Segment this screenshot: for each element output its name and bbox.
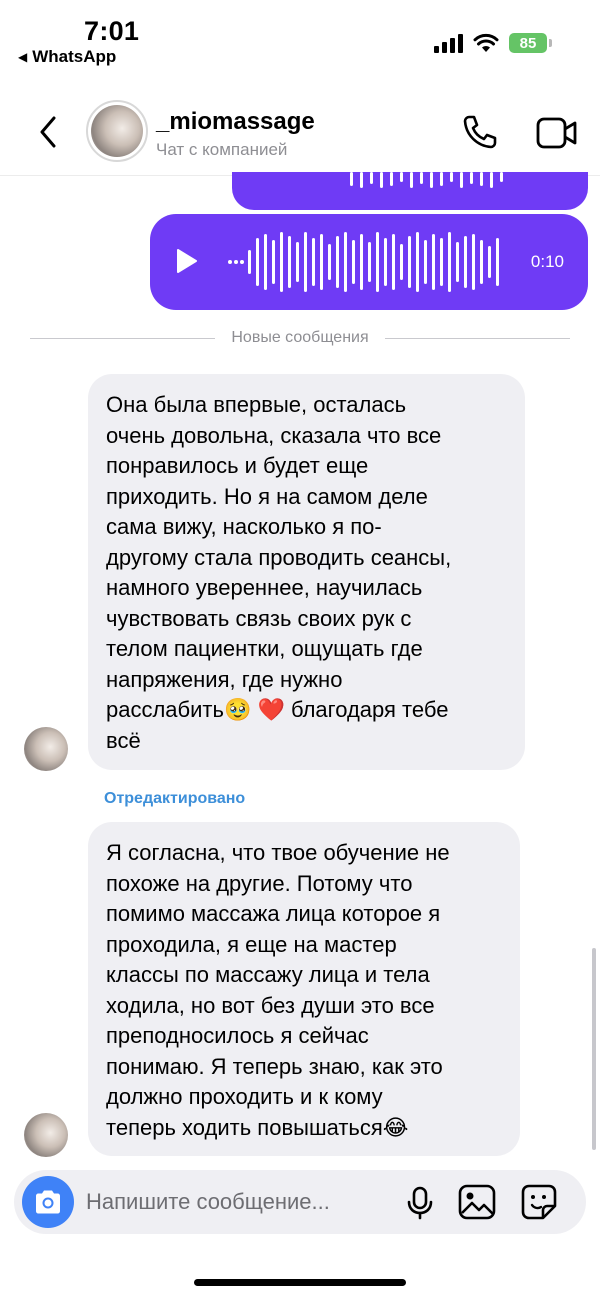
waveform-partial: [350, 172, 503, 188]
contact-subtitle: Чат с компанией: [156, 140, 288, 159]
battery-level: 85: [509, 33, 547, 53]
back-app-label: WhatsApp: [32, 47, 117, 66]
contact-avatar[interactable]: [86, 100, 148, 162]
contact-name[interactable]: _miomassage: [156, 108, 315, 136]
chat-header: _miomassage Чат с компанией: [0, 88, 600, 176]
sender-avatar[interactable]: [24, 727, 68, 771]
sender-avatar[interactable]: [24, 1113, 68, 1157]
edited-label: Отредактировано: [104, 790, 246, 807]
incoming-message[interactable]: Я согласна, что твое обучение не похоже …: [88, 822, 520, 1156]
wifi-icon: [473, 33, 499, 52]
divider-label: Новые сообщения: [231, 329, 369, 346]
status-time: 7:01: [84, 16, 140, 46]
microphone-icon[interactable]: [404, 1186, 436, 1220]
chevron-left-icon[interactable]: [30, 112, 66, 152]
status-bar: 7:01 ◀ WhatsApp 85: [0, 0, 600, 70]
sticker-icon[interactable]: [520, 1184, 558, 1220]
signal-icon: [434, 33, 463, 53]
back-to-app-link[interactable]: ◀ WhatsApp: [18, 47, 116, 67]
camera-icon: [36, 1190, 60, 1214]
gallery-icon[interactable]: [458, 1184, 496, 1220]
home-indicator[interactable]: [194, 1279, 406, 1286]
voice-duration: 0:10: [530, 252, 564, 271]
message-input[interactable]: [86, 1170, 386, 1234]
camera-button[interactable]: [22, 1176, 74, 1228]
incoming-message[interactable]: Она была впервые, осталась очень довольн…: [88, 374, 525, 770]
previous-voice-message[interactable]: [232, 172, 588, 210]
message-composer: [14, 1170, 586, 1234]
voice-message[interactable]: 0:10: [150, 214, 588, 310]
battery-icon: 85: [509, 33, 552, 53]
back-triangle-icon: ◀: [18, 50, 28, 64]
play-icon[interactable]: [176, 248, 198, 274]
phone-icon[interactable]: [460, 112, 500, 152]
status-icons: 85: [434, 33, 552, 53]
scroll-indicator[interactable]: [592, 948, 596, 1150]
video-camera-icon[interactable]: [536, 116, 578, 150]
avatar-image: [91, 105, 143, 157]
new-messages-divider: Новые сообщения: [30, 326, 571, 350]
